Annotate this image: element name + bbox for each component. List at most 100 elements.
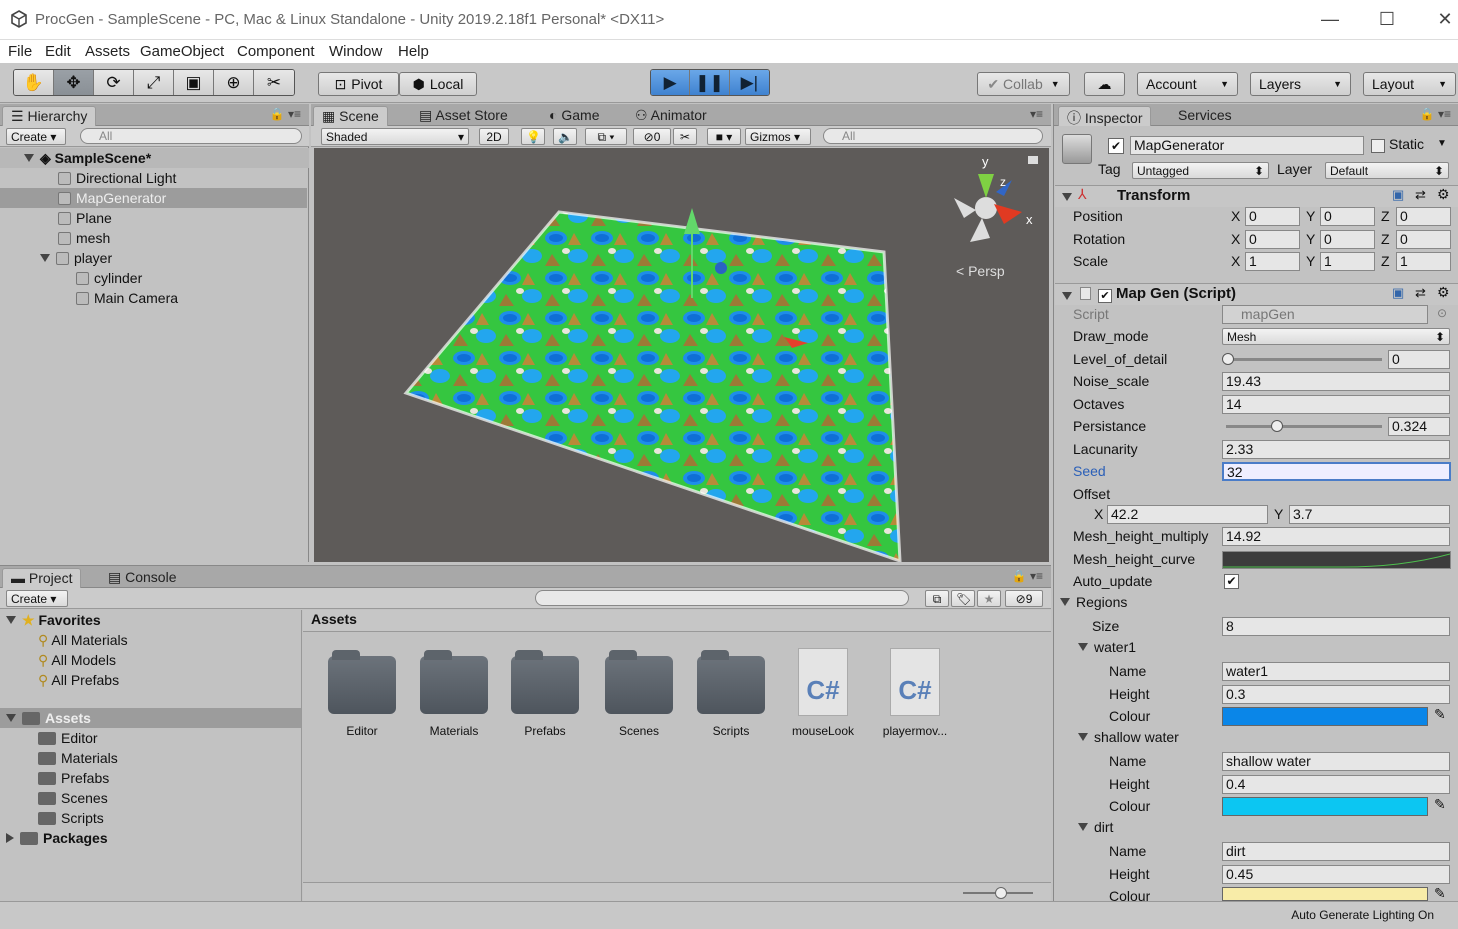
- position-x-input[interactable]: 0: [1245, 207, 1300, 226]
- asset-item[interactable]: Scripts: [686, 650, 776, 738]
- menu-component[interactable]: Component: [237, 43, 315, 60]
- breadcrumb-label[interactable]: Assets: [311, 611, 357, 627]
- transform-tool-icon[interactable]: ⊕: [214, 70, 254, 95]
- region-colour-swatch[interactable]: [1222, 707, 1428, 726]
- tab-hierarchy[interactable]: ☰ Hierarchy: [2, 106, 97, 126]
- perspective-label[interactable]: < Persp: [956, 263, 1005, 279]
- scale-y-input[interactable]: 1: [1320, 252, 1375, 271]
- filter-by-type-icon[interactable]: ⧉: [925, 590, 949, 607]
- asset-folder[interactable]: Editor: [38, 728, 98, 748]
- scene-root[interactable]: ◈ SampleScene*: [0, 148, 309, 168]
- tag-dropdown[interactable]: Untagged ⬍: [1132, 162, 1269, 179]
- noise-scale-input[interactable]: 19.43: [1222, 372, 1450, 391]
- pause-button[interactable]: ❚❚: [690, 70, 730, 95]
- chevron-down-icon[interactable]: ▼: [1437, 138, 1447, 149]
- mesh-height-curve-field[interactable]: [1222, 551, 1451, 569]
- local-button[interactable]: ⬢ Local: [399, 72, 477, 96]
- asset-item[interactable]: Materials: [409, 650, 499, 738]
- filter-by-label-icon[interactable]: 🏷: [951, 590, 975, 607]
- active-checkbox[interactable]: ✔: [1108, 138, 1124, 154]
- octaves-input[interactable]: 14: [1222, 395, 1450, 414]
- region-height-input[interactable]: 0.45: [1222, 865, 1450, 884]
- gear-icon[interactable]: ⚙: [1437, 284, 1450, 301]
- seed-input[interactable]: 32: [1222, 462, 1451, 481]
- scale-x-input[interactable]: 1: [1245, 252, 1300, 271]
- preset-icon[interactable]: ⇄: [1415, 187, 1426, 203]
- camera-dropdown-icon[interactable]: ■ ▾: [707, 128, 741, 145]
- hierarchy-item[interactable]: mesh: [58, 228, 110, 248]
- custom-tool-icon[interactable]: ✂: [254, 70, 294, 95]
- lock-icon[interactable]: [1028, 156, 1038, 164]
- persistance-slider-track[interactable]: [1226, 425, 1382, 428]
- region-name-input[interactable]: dirt: [1222, 842, 1450, 861]
- move-tool-icon[interactable]: ✥: [54, 70, 94, 95]
- position-z-input[interactable]: 0: [1396, 207, 1451, 226]
- lacunarity-input[interactable]: 2.33: [1222, 440, 1450, 459]
- static-checkbox[interactable]: [1371, 139, 1385, 153]
- minimize-button[interactable]: —: [1310, 6, 1350, 32]
- zoom-slider-thumb[interactable]: [995, 887, 1007, 899]
- object-name-input[interactable]: MapGenerator: [1130, 136, 1364, 155]
- asset-folder[interactable]: Materials: [38, 748, 118, 768]
- lod-slider-thumb[interactable]: [1222, 353, 1234, 365]
- rotation-x-input[interactable]: 0: [1245, 230, 1300, 249]
- hierarchy-item[interactable]: Main Camera: [76, 288, 178, 308]
- persistance-input[interactable]: 0.324: [1388, 417, 1450, 436]
- favorite-item[interactable]: ⚲ All Prefabs: [38, 670, 119, 690]
- pivot-button[interactable]: ⊡ Pivot: [318, 72, 399, 96]
- gear-icon[interactable]: ⚙: [1437, 186, 1450, 203]
- audio-toggle-icon[interactable]: 🔈: [553, 128, 577, 145]
- hierarchy-item[interactable]: Plane: [58, 208, 112, 228]
- panel-menu-icon[interactable]: 🔒 ▾≡: [1012, 569, 1043, 583]
- packages-node[interactable]: Packages: [6, 828, 108, 848]
- panel-menu-icon[interactable]: 🔒 ▾≡: [1420, 107, 1451, 121]
- region-foldout[interactable]: shallow water: [1078, 729, 1179, 745]
- eyedropper-icon[interactable]: ✎: [1434, 706, 1446, 723]
- assets-node[interactable]: Assets: [0, 708, 301, 728]
- rect-tool-icon[interactable]: ▣: [174, 70, 214, 95]
- position-y-input[interactable]: 0: [1320, 207, 1375, 226]
- draw-mode-dropdown[interactable]: Mesh ⬍: [1222, 328, 1450, 345]
- expand-triangle-icon[interactable]: [40, 254, 50, 262]
- region-colour-swatch[interactable]: [1222, 797, 1428, 816]
- hierarchy-item[interactable]: Directional Light: [58, 168, 176, 188]
- layout-dropdown[interactable]: Layout ▼: [1363, 72, 1456, 96]
- hidden-packages-toggle[interactable]: ⊘9: [1005, 590, 1043, 607]
- menu-edit[interactable]: Edit: [45, 43, 71, 60]
- component-enabled-checkbox[interactable]: ✔: [1098, 289, 1112, 303]
- rotate-tool-icon[interactable]: ⟳: [94, 70, 134, 95]
- region-foldout[interactable]: water1: [1078, 639, 1136, 655]
- asset-item[interactable]: Editor: [317, 650, 407, 738]
- tab-scene[interactable]: ▦ Scene: [313, 106, 388, 126]
- eyedropper-icon[interactable]: ✎: [1434, 796, 1446, 813]
- menu-gameobject[interactable]: GameObject: [140, 43, 224, 60]
- menu-assets[interactable]: Assets: [85, 43, 130, 60]
- tab-game[interactable]: ◐ Game: [541, 106, 607, 126]
- expand-triangle-icon[interactable]: [1062, 288, 1078, 304]
- tab-project[interactable]: ▬ Project: [2, 568, 82, 588]
- asset-folder[interactable]: Scripts: [38, 808, 104, 828]
- help-book-icon[interactable]: ▣: [1392, 285, 1404, 301]
- auto-update-checkbox[interactable]: ✔: [1224, 574, 1239, 589]
- eyedropper-icon[interactable]: ✎: [1434, 885, 1446, 901]
- favorite-item[interactable]: ⚲ All Models: [38, 650, 116, 670]
- scale-z-input[interactable]: 1: [1396, 252, 1451, 271]
- maximize-button[interactable]: ☐: [1367, 6, 1407, 32]
- region-height-input[interactable]: 0.4: [1222, 775, 1450, 794]
- hierarchy-item[interactable]: cylinder: [76, 268, 142, 288]
- account-dropdown[interactable]: Account ▼: [1137, 72, 1238, 96]
- favorite-star-icon[interactable]: ★: [977, 590, 1001, 607]
- project-create-dropdown[interactable]: Create ▾: [6, 590, 68, 607]
- panel-menu-icon[interactable]: 🔒 ▾≡: [270, 107, 301, 121]
- asset-folder[interactable]: Scenes: [38, 788, 108, 808]
- region-height-input[interactable]: 0.3: [1222, 685, 1450, 704]
- transform-gizmo-z-icon[interactable]: [715, 262, 727, 274]
- cloud-button[interactable]: ☁: [1084, 72, 1125, 96]
- offset-x-input[interactable]: 42.2: [1107, 505, 1268, 524]
- shading-dropdown[interactable]: Shaded ▾: [321, 128, 469, 145]
- offset-y-input[interactable]: 3.7: [1289, 505, 1450, 524]
- lod-slider-track[interactable]: [1226, 358, 1382, 361]
- hierarchy-item-selected[interactable]: MapGenerator: [0, 188, 307, 208]
- expand-triangle-icon[interactable]: [1062, 189, 1078, 205]
- hierarchy-item[interactable]: player: [40, 248, 112, 268]
